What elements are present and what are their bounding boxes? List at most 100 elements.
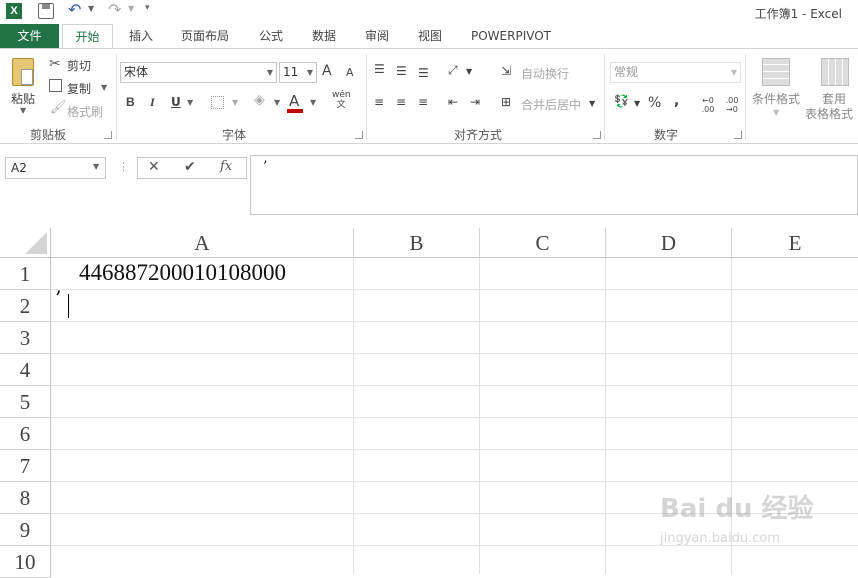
column-header-c[interactable]: C (480, 228, 606, 258)
font-size-select[interactable]: 11 ▼ (279, 62, 317, 83)
increase-decimal-button[interactable]: ←0 .00 (698, 96, 718, 114)
align-middle-icon[interactable]: ☰ (396, 64, 407, 78)
fill-color-icon[interactable]: ◈ (254, 92, 265, 108)
tab-formulas[interactable]: 公式 (259, 24, 283, 49)
undo-icon[interactable]: ↶ (68, 0, 81, 19)
phonetic-guide-icon[interactable]: wén 文 (332, 90, 351, 110)
save-icon[interactable] (38, 3, 54, 19)
tab-insert[interactable]: 插入 (129, 24, 153, 49)
column-header-e[interactable]: E (732, 228, 858, 258)
row-header-6[interactable]: 6 (0, 418, 51, 450)
row-header-7[interactable]: 7 (0, 450, 51, 482)
row-header-8[interactable]: 8 (0, 482, 51, 514)
paste-button[interactable]: 粘贴 (11, 90, 35, 107)
enter-icon[interactable]: ✔ (184, 159, 196, 175)
column-header-b[interactable]: B (354, 228, 480, 258)
merge-dropdown-icon[interactable]: ▼ (589, 99, 595, 108)
bold-button[interactable]: B (126, 95, 135, 109)
grid-line (605, 258, 606, 574)
font-color-icon[interactable]: A (289, 92, 299, 110)
decrease-indent-icon[interactable]: ⇤ (448, 95, 458, 109)
borders-icon[interactable] (211, 96, 224, 109)
name-box-dropdown-icon[interactable]: ▼ (93, 162, 99, 171)
align-left-icon[interactable]: ≡ (374, 95, 384, 109)
tab-page-layout[interactable]: 页面布局 (181, 24, 229, 49)
underline-button[interactable]: U (171, 95, 181, 109)
number-format-select[interactable]: 常规 ▼ (610, 62, 741, 83)
orientation-icon[interactable]: ⤢ (448, 63, 458, 78)
paste-dropdown-icon[interactable]: ▼ (20, 106, 26, 115)
fill-color-dropdown-icon[interactable]: ▼ (274, 98, 280, 107)
conditional-formatting-icon[interactable] (762, 58, 790, 86)
row-header-5[interactable]: 5 (0, 386, 51, 418)
align-bottom-icon[interactable]: ☰ (418, 66, 429, 80)
tab-home[interactable]: 开始 (62, 24, 113, 49)
tab-powerpivot[interactable]: POWERPIVOT (471, 24, 551, 49)
tab-data[interactable]: 数据 (312, 24, 336, 49)
redo-icon[interactable]: ↷ (108, 0, 121, 19)
format-painter-button[interactable]: 格式刷 (67, 103, 103, 120)
select-all-button[interactable] (0, 228, 51, 258)
insert-function-icon[interactable]: fx (220, 159, 232, 174)
copy-dropdown-icon[interactable]: ▼ (101, 83, 107, 92)
copy-button[interactable]: 复制 (67, 80, 91, 97)
row-header-10[interactable]: 10 (0, 546, 51, 578)
paste-icon[interactable] (12, 58, 34, 86)
format-painter-icon[interactable]: 🖌 (50, 100, 67, 115)
font-color-dropdown-icon[interactable]: ▼ (310, 98, 316, 107)
number-dialog-launcher-icon[interactable] (734, 131, 742, 139)
shrink-font-icon[interactable]: A (346, 66, 354, 79)
underline-dropdown-icon[interactable]: ▼ (187, 98, 193, 107)
comma-style-button[interactable]: , (674, 93, 679, 109)
wrap-text-icon[interactable]: ⇲ (501, 64, 511, 78)
align-top-icon[interactable]: ☰ (374, 62, 385, 76)
name-box[interactable]: A2 (5, 157, 106, 179)
redo-dropdown-icon[interactable]: ▼ (128, 4, 134, 13)
group-separator (745, 54, 746, 140)
undo-dropdown-icon[interactable]: ▼ (88, 4, 94, 13)
grow-font-icon[interactable]: A (322, 63, 332, 79)
borders-dropdown-icon[interactable]: ▼ (232, 98, 238, 107)
group-label-alignment: 对齐方式 (454, 128, 503, 142)
format-as-table-icon[interactable] (821, 58, 849, 86)
accounting-format-icon[interactable]: 💱 (614, 94, 629, 108)
chevron-down-icon: ▼ (266, 68, 273, 77)
tab-file[interactable]: 文件 (0, 24, 59, 49)
font-dialog-launcher-icon[interactable] (355, 131, 363, 139)
increase-indent-icon[interactable]: ⇥ (470, 95, 480, 109)
merge-center-button[interactable]: 合并后居中 (521, 96, 581, 113)
cell-a1[interactable]: 446887200010108000 (79, 260, 286, 286)
watermark-brand: Bai du 经验 (660, 494, 814, 524)
tab-view[interactable]: 视图 (418, 24, 442, 49)
row-header-1[interactable]: 1 (0, 258, 51, 290)
merge-center-icon[interactable]: ⊞ (501, 95, 511, 109)
cancel-icon[interactable]: ✕ (148, 159, 160, 175)
italic-button[interactable]: I (150, 95, 155, 110)
orientation-dropdown-icon[interactable]: ▼ (466, 67, 472, 76)
wrap-text-button[interactable]: 自动换行 (521, 65, 569, 82)
decrease-decimal-button[interactable]: .00 →0 (722, 96, 742, 114)
accounting-dropdown-icon[interactable]: ▼ (634, 99, 640, 108)
column-header-d[interactable]: D (606, 228, 732, 258)
customize-qat-icon[interactable]: ▾ (145, 3, 150, 13)
percent-style-button[interactable]: % (648, 95, 661, 111)
align-center-icon[interactable]: ≡ (396, 95, 406, 109)
format-as-table-button-line2[interactable]: 表格格式 (805, 105, 853, 122)
row-header-9[interactable]: 9 (0, 514, 51, 546)
clipboard-dialog-launcher-icon[interactable] (104, 131, 112, 139)
cut-icon[interactable]: ✂ (49, 56, 61, 72)
font-name-select[interactable]: 宋体 ▼ (120, 62, 277, 83)
column-header-a[interactable]: A (51, 228, 354, 258)
cell-a2[interactable]: ’ (55, 286, 61, 310)
row-header-2[interactable]: 2 (0, 290, 51, 322)
tab-review[interactable]: 审阅 (365, 24, 389, 49)
alignment-dialog-launcher-icon[interactable] (593, 131, 601, 139)
formula-input[interactable]: ’ (250, 155, 858, 215)
row-header-4[interactable]: 4 (0, 354, 51, 386)
cut-button[interactable]: 剪切 (67, 57, 91, 74)
row-header-3[interactable]: 3 (0, 322, 51, 354)
align-right-icon[interactable]: ≡ (418, 95, 428, 109)
copy-icon[interactable] (49, 79, 62, 92)
conditional-formatting-button[interactable]: 条件格式 (752, 90, 800, 107)
conditional-dropdown-icon[interactable]: ▼ (773, 108, 779, 117)
